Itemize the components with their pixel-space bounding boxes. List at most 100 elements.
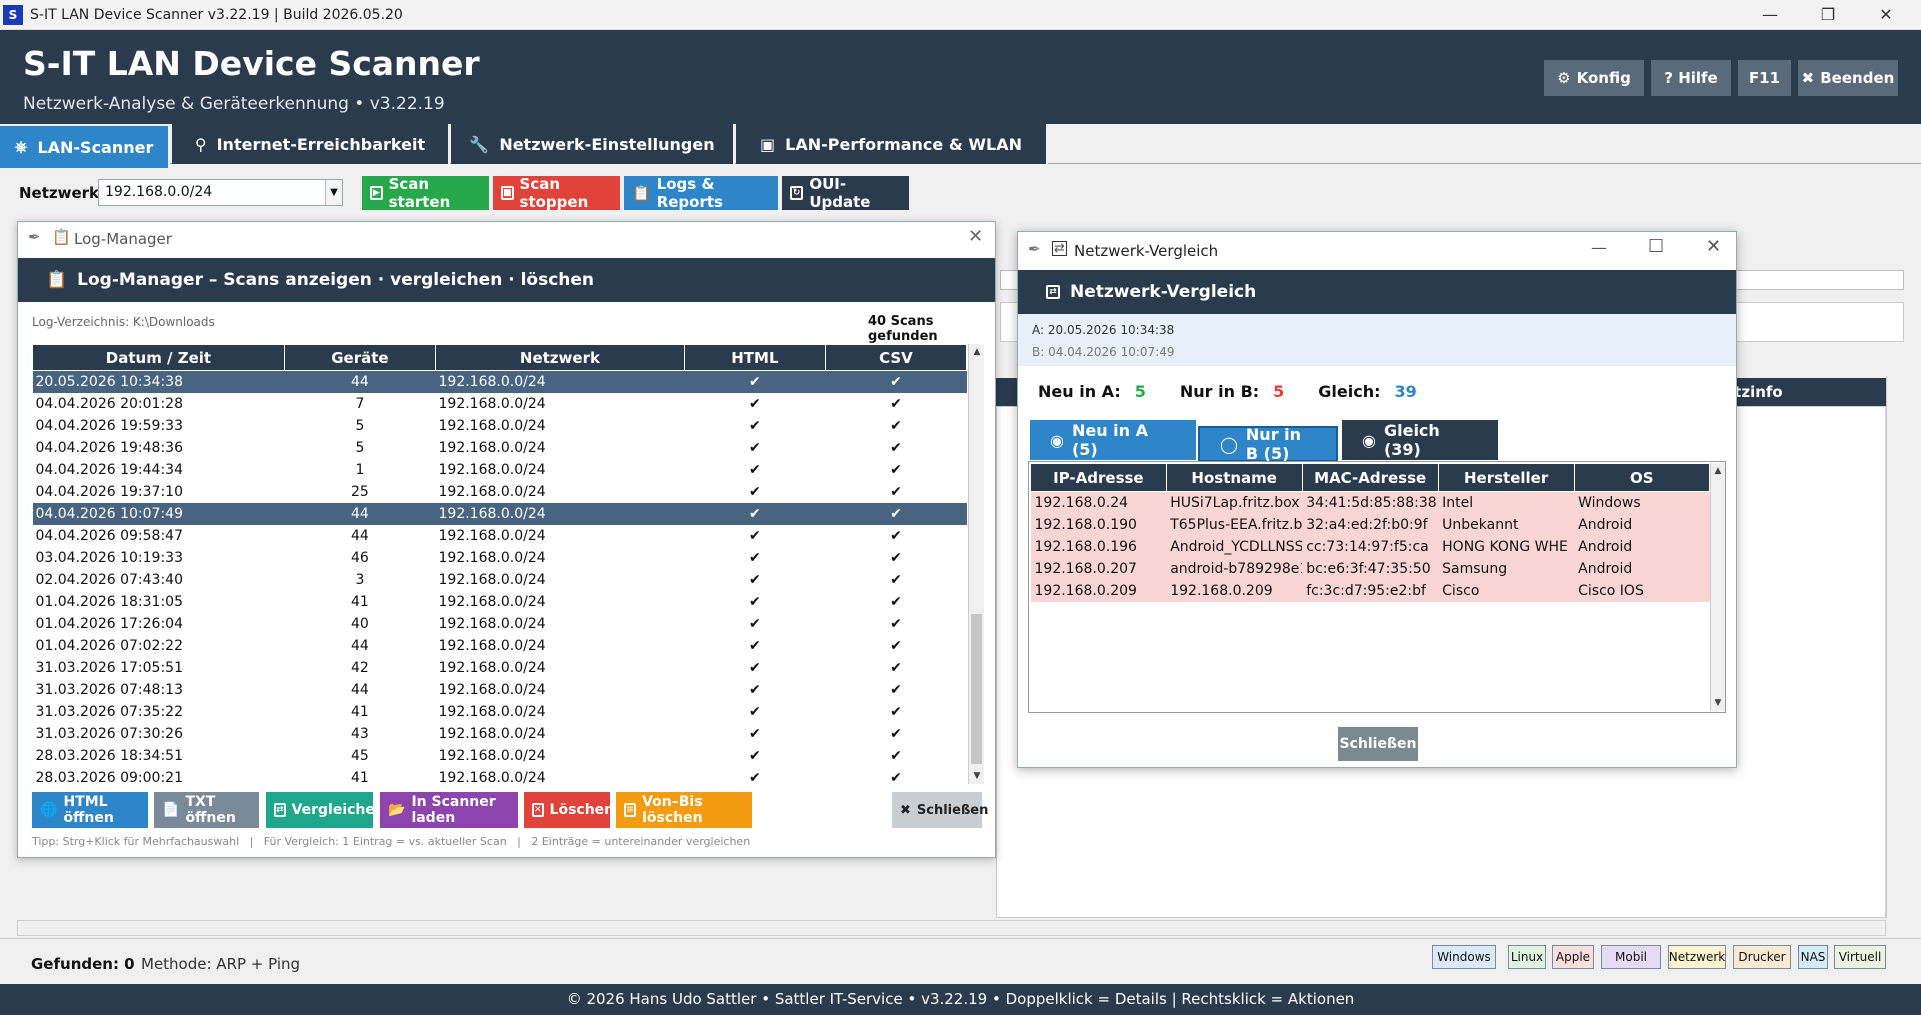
logs-reports-button[interactable]: 📋 Logs & Reports [624, 175, 778, 211]
compare-row[interactable]: 192.168.0.190 T65Plus-EEA.fritz.bo 32:a4:e… [1030, 513, 1710, 536]
log-table-scrollbar[interactable]: ▲ ▼ [968, 344, 984, 784]
tab-only-in-b[interactable]: ◯ Nur in B (5) [1198, 425, 1338, 463]
fullscreen-button[interactable]: F11 [1738, 60, 1791, 96]
restore-button[interactable]: ❐ [1799, 0, 1857, 30]
compare-cell-vendor: Unbekannt [1438, 513, 1575, 536]
compare-row[interactable]: 192.168.0.196 Android_YCDLLNSS cc:73:14:97… [1030, 535, 1710, 558]
legend-drucker: Drucker [1733, 945, 1791, 969]
log-row[interactable]: 31.03.2026 17:05:51 42 192.168.0.0/24 ✔ ✔ [33, 657, 967, 679]
compare-cell-os: Cisco IOS [1574, 579, 1710, 602]
tab-new-in-a[interactable]: ◉ Neu in A (5) [1030, 420, 1196, 460]
log-cell-devices: 46 [351, 549, 369, 566]
compare-row[interactable]: 192.168.0.207 android-b789298e1 bc:e6:3f:4… [1030, 557, 1710, 580]
log-row[interactable]: 01.04.2026 18:31:05 41 192.168.0.0/24 ✔ ✔ [33, 591, 967, 613]
legend-mobil: Mobil [1601, 945, 1661, 969]
tab-same[interactable]: ◉ Gleich (39) [1342, 420, 1498, 460]
check-icon: ✔ [890, 703, 902, 720]
chevron-down-icon[interactable]: ▼ [325, 180, 342, 205]
config-button[interactable]: ⚙ Konfig [1544, 60, 1644, 96]
compare-cell-ip: 192.168.0.190 [1030, 513, 1167, 536]
log-row[interactable]: 04.04.2026 20:01:28 7 192.168.0.0/24 ✔ ✔ [33, 393, 967, 415]
close-icon[interactable]: ✕ [968, 226, 983, 247]
log-row[interactable]: 31.03.2026 07:30:26 43 192.168.0.0/24 ✔ ✔ [33, 723, 967, 745]
scan-start-button[interactable]: ▶ Scan starten [362, 175, 489, 211]
html-open-button[interactable]: 🌐 HTML öffnen [32, 792, 148, 828]
compare-close-button[interactable]: Schließen [1338, 727, 1418, 761]
clipboard-icon: 📋 [46, 270, 68, 290]
log-row[interactable]: 02.04.2026 07:43:40 3 192.168.0.0/24 ✔ ✔ [33, 569, 967, 591]
compare-scrollbar[interactable]: ▲ ▼ [1710, 463, 1725, 711]
log-row[interactable]: 20.05.2026 10:34:38 44 192.168.0.0/24 ✔ ✔ [32, 370, 967, 393]
log-table-header: Datum / Zeit Geräte Netzwerk HTML CSV [32, 344, 968, 371]
compare-cell-ip: 192.168.0.209 [1030, 579, 1167, 602]
column-header[interactable]: OS [1573, 463, 1711, 492]
log-cell-date: 04.04.2026 10:07:49 [32, 502, 285, 525]
scroll-thumb[interactable] [971, 614, 982, 764]
scan-stop-button[interactable]: ■ Scan stoppen [493, 175, 620, 211]
horizontal-scrollbar[interactable] [17, 920, 1886, 936]
column-header[interactable]: MAC-Adresse [1301, 463, 1439, 492]
load-in-scanner-button[interactable]: 📂 In Scanner laden [380, 792, 518, 828]
network-select[interactable]: 192.168.0.0/24 [98, 179, 343, 206]
compare-cell-mac: fc:3c:d7:95:e2:bf [1302, 579, 1439, 602]
scroll-down-icon[interactable]: ▼ [969, 768, 985, 784]
scroll-up-icon[interactable]: ▲ [1711, 463, 1725, 479]
log-cell-net: 192.168.0.0/24 [438, 439, 546, 456]
circle-icon: ◯ [1220, 434, 1238, 454]
minimize-button[interactable]: — [1741, 0, 1799, 30]
log-row[interactable]: 28.03.2026 18:34:51 45 192.168.0.0/24 ✔ ✔ [33, 745, 967, 767]
tab-performance-wlan[interactable]: ▣ LAN-Performance & WLAN [736, 124, 1048, 164]
log-row[interactable]: 04.04.2026 19:48:36 5 192.168.0.0/24 ✔ ✔ [33, 437, 967, 459]
log-row[interactable]: 04.04.2026 10:07:49 44 192.168.0.0/24 ✔ ✔ [32, 502, 967, 525]
log-close-button[interactable]: ✖ Schließen [892, 792, 988, 828]
log-row[interactable]: 31.03.2026 07:35:22 41 192.168.0.0/24 ✔ ✔ [33, 701, 967, 723]
scroll-up-icon[interactable]: ▲ [969, 344, 985, 360]
compare-cell-mac: bc:e6:3f:47:35:50 [1302, 557, 1439, 580]
column-header[interactable]: HTML [683, 344, 826, 371]
column-header[interactable]: Netzwerk [435, 344, 685, 371]
log-cell-date: 02.04.2026 07:43:40 [35, 571, 184, 588]
log-row[interactable]: 04.04.2026 09:58:47 44 192.168.0.0/24 ✔ ✔ [33, 525, 967, 547]
scroll-down-icon[interactable]: ▼ [1711, 695, 1725, 711]
tab-lan-scanner[interactable]: ⎈ LAN-Scanner [0, 126, 170, 168]
tab-internet[interactable]: ⚲ Internet-Erreichbarkeit [172, 124, 450, 164]
maximize-icon[interactable]: ☐ [1648, 236, 1664, 257]
tab-network-settings[interactable]: 🔧 Netzwerk-Einstellungen [451, 124, 735, 164]
log-row[interactable]: 04.04.2026 19:59:33 5 192.168.0.0/24 ✔ ✔ [33, 415, 967, 437]
column-header[interactable]: IP-Adresse [1030, 463, 1167, 492]
check-icon: ✔ [749, 703, 761, 720]
log-cell-net: 192.168.0.0/24 [438, 483, 546, 500]
compare-cell-mac: cc:73:14:97:f5:ca [1302, 535, 1439, 558]
device-table-scrollbar[interactable] [1886, 376, 1903, 918]
quit-button[interactable]: ✖ Beenden [1798, 60, 1898, 96]
compare-row[interactable]: 192.168.0.24 HUSi7Lap.fritz.box 34:41:5d:8… [1030, 491, 1710, 514]
column-header[interactable]: Hostname [1165, 463, 1303, 492]
log-row[interactable]: 04.04.2026 19:37:10 25 192.168.0.0/24 ✔ ✔ [33, 481, 967, 503]
range-delete-button[interactable]: ≡ Von–Bis löschen [616, 792, 752, 828]
check-icon: ✔ [890, 549, 902, 566]
compare-row[interactable]: 192.168.0.209 192.168.0.209 fc:3c:d7:95:e2… [1030, 579, 1710, 602]
log-cell-date: 31.03.2026 07:48:13 [35, 681, 184, 698]
log-row[interactable]: 31.03.2026 07:48:13 44 192.168.0.0/24 ✔ ✔ [33, 679, 967, 701]
log-row[interactable]: 01.04.2026 07:02:22 44 192.168.0.0/24 ✔ ✔ [33, 635, 967, 657]
log-row[interactable]: 04.04.2026 19:44:34 1 192.168.0.0/24 ✔ ✔ [33, 459, 967, 481]
gear-icon: ⚙ [1557, 69, 1571, 87]
compare-button[interactable]: ⇄ Vergleichen [266, 792, 385, 828]
help-button[interactable]: ? Hilfe [1651, 60, 1731, 96]
log-row[interactable]: 03.04.2026 10:19:33 46 192.168.0.0/24 ✔ ✔ [33, 547, 967, 569]
column-header[interactable]: CSV [824, 344, 968, 371]
column-header[interactable]: Hersteller [1437, 463, 1575, 492]
log-row[interactable]: 01.04.2026 17:26:04 40 192.168.0.0/24 ✔ ✔ [33, 613, 967, 635]
column-header[interactable]: Geräte [283, 344, 437, 371]
close-window-button[interactable]: ✕ [1857, 0, 1915, 30]
txt-open-button[interactable]: 📄 TXT öffnen [154, 792, 259, 828]
log-row[interactable]: 28.03.2026 09:00:21 41 192.168.0.0/24 ✔ ✔ [33, 767, 967, 789]
close-icon[interactable]: ✕ [1706, 236, 1721, 257]
log-cell-net: 192.168.0.0/24 [438, 681, 546, 698]
minimize-icon[interactable]: — [1591, 238, 1607, 257]
log-cell-net: 192.168.0.0/24 [438, 725, 546, 742]
column-header[interactable]: Datum / Zeit [32, 344, 285, 371]
delete-button[interactable]: ✕ Löschen [524, 792, 614, 828]
log-cell-devices: 45 [351, 747, 369, 764]
oui-update-button[interactable]: ↻ OUI-Update [782, 175, 909, 211]
